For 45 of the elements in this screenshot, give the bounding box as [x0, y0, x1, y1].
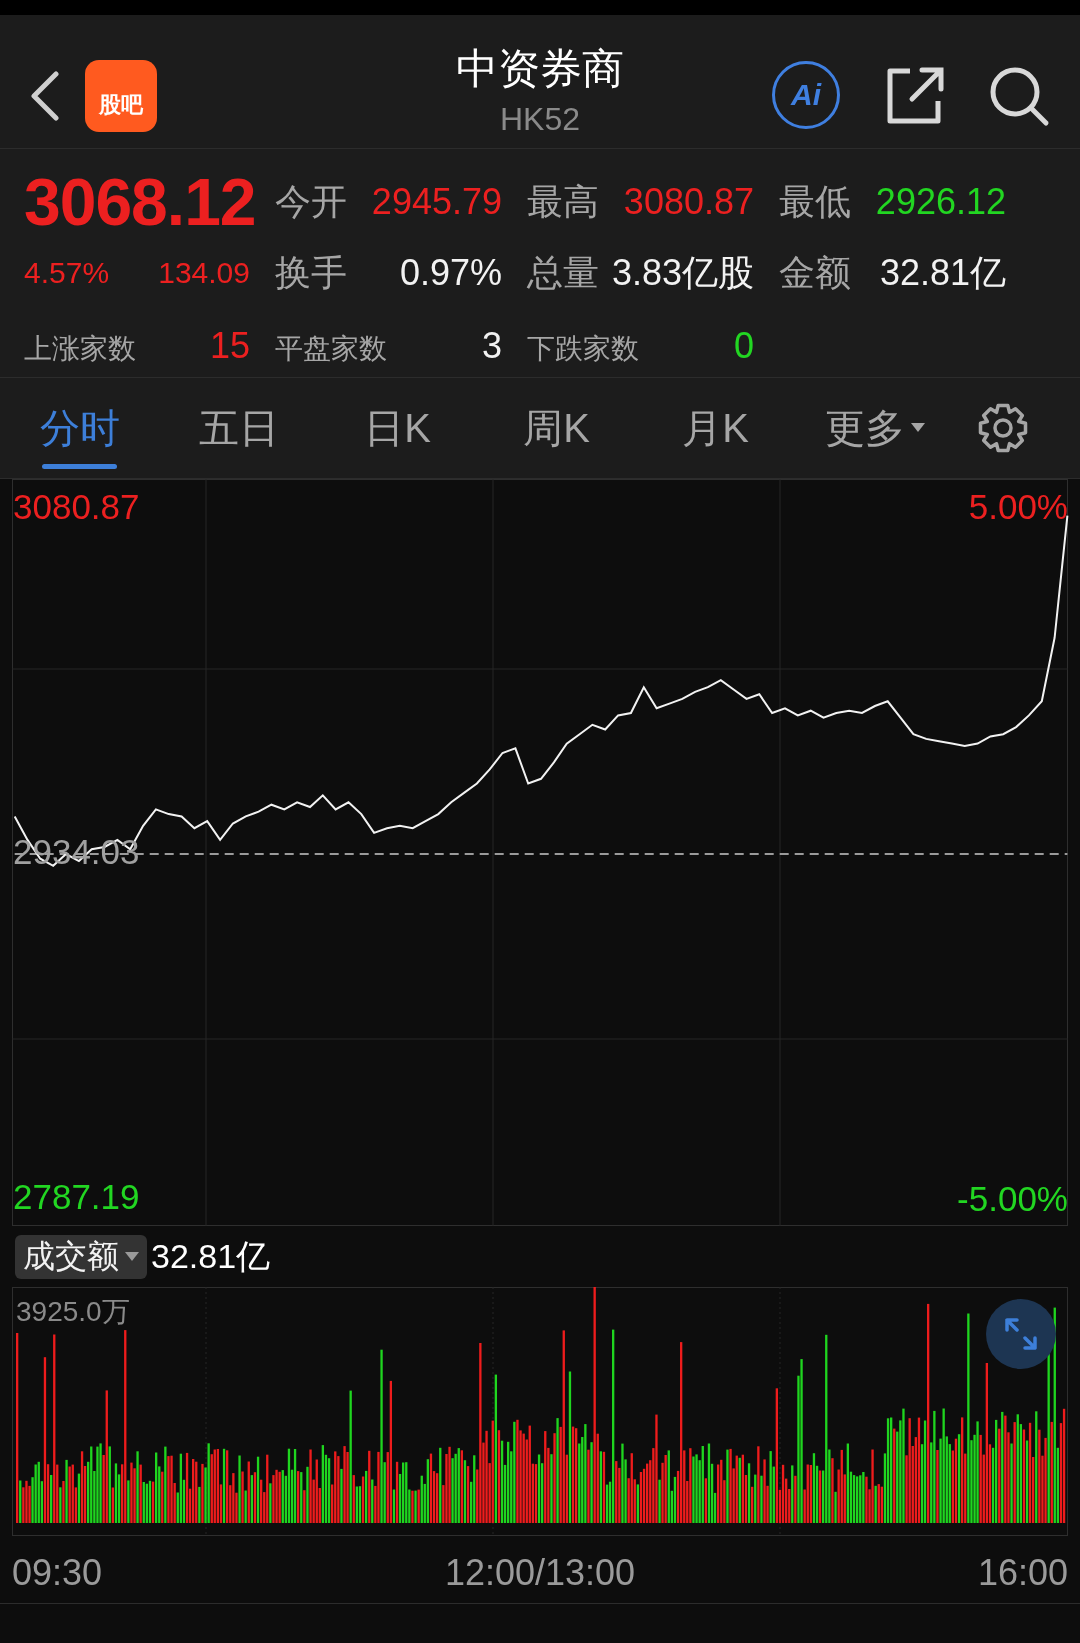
- change-amount: 134.09: [158, 256, 250, 290]
- stock-title: 中资券商: [456, 44, 624, 94]
- stat-value: 3080.87: [623, 180, 754, 223]
- breadth-label: 平盘家数: [275, 331, 387, 366]
- time-label: 16:00: [977, 1552, 1068, 1594]
- stat-label: 金额: [779, 250, 851, 295]
- chart-tab[interactable]: 周K: [477, 377, 636, 479]
- breadth-count: 0: [733, 324, 754, 367]
- chart-tab[interactable]: 月K: [636, 377, 795, 479]
- stat-label: 总量: [527, 250, 599, 295]
- time-label: 09:30: [12, 1552, 103, 1594]
- volume-total: 32.81亿: [151, 1236, 271, 1277]
- caret-icon: [125, 1252, 139, 1262]
- stat-value: 2945.79: [371, 180, 502, 223]
- axis-label: 5.00%: [968, 487, 1068, 527]
- stock-code: HK52: [499, 100, 580, 139]
- axis-label: 3925.0万: [16, 1295, 130, 1329]
- chart-tab[interactable]: 分时: [0, 377, 159, 479]
- change-percent: 4.57%: [24, 256, 110, 290]
- ai-button[interactable]: Ai: [772, 61, 840, 129]
- breadth-count: 15: [209, 324, 250, 367]
- stat-value: 2926.12: [875, 180, 1006, 223]
- stat-label: 今开: [275, 179, 347, 224]
- chart-tab[interactable]: 五日: [159, 377, 318, 479]
- breadth-label: 下跌家数: [527, 331, 639, 366]
- axis-label: 2787.19: [13, 1177, 140, 1217]
- stat-label: 最低: [779, 179, 851, 224]
- search-icon[interactable]: [988, 65, 1050, 127]
- breadth-count: 3: [481, 324, 502, 367]
- breadth-label: 上涨家数: [24, 331, 136, 366]
- expand-icon: [1003, 1316, 1039, 1352]
- stat-value: 3.83亿股: [611, 250, 754, 295]
- indicator-dropdown[interactable]: 成交额: [15, 1235, 147, 1279]
- more-tab[interactable]: 更多: [795, 377, 954, 479]
- settings-icon[interactable]: [977, 402, 1029, 454]
- axis-label: 3080.87: [13, 487, 140, 527]
- stat-value: 0.97%: [399, 251, 502, 294]
- axis-label: -5.00%: [957, 1179, 1068, 1219]
- caret-icon: [910, 423, 925, 433]
- chart-tab[interactable]: 日K: [318, 377, 477, 479]
- back-icon[interactable]: [28, 71, 62, 121]
- stat-label: 最高: [527, 179, 599, 224]
- time-label: 12:00/13:00: [444, 1552, 636, 1594]
- stat-value: 32.81亿: [879, 250, 1006, 295]
- stat-label: 换手: [275, 250, 347, 295]
